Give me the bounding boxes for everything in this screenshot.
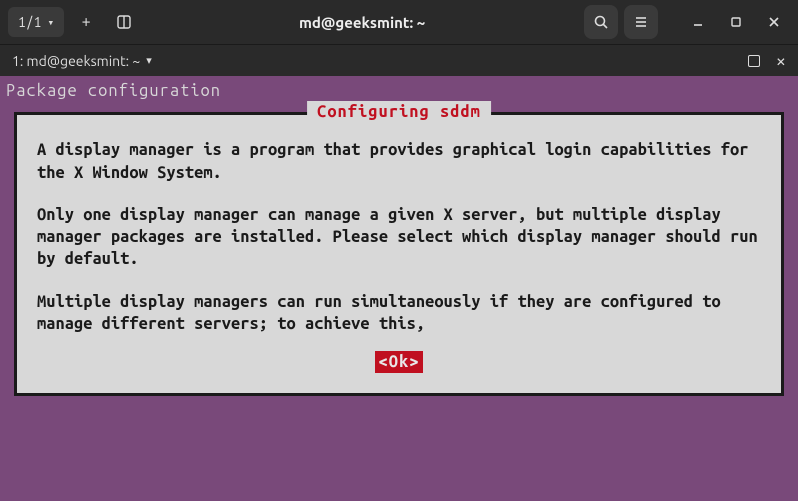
search-icon <box>593 14 609 30</box>
tab-title: 1: md@geeksmint: ~ <box>12 53 140 69</box>
terminal-tabbar: 1: md@geeksmint: ~ ▾ × <box>0 44 798 76</box>
maximize-button[interactable] <box>720 7 752 37</box>
config-dialog: Configuring sddm A display manager is a … <box>14 112 784 396</box>
maximize-icon <box>729 15 743 29</box>
terminal-tab[interactable]: 1: md@geeksmint: ~ ▾ <box>12 53 152 69</box>
close-icon <box>767 15 781 29</box>
package-config-header: Package configuration <box>6 80 794 102</box>
split-button[interactable] <box>108 7 140 37</box>
search-button[interactable] <box>584 5 618 39</box>
tab-counter: 1/1 <box>18 14 42 30</box>
minimize-button[interactable] <box>682 7 714 37</box>
ok-button[interactable]: <Ok> <box>375 351 424 373</box>
chevron-down-icon: ▾ <box>48 16 55 29</box>
chevron-down-icon: ▾ <box>146 54 152 67</box>
dialog-paragraph-2: Only one display manager can manage a gi… <box>37 204 761 271</box>
close-button[interactable] <box>758 7 790 37</box>
tab-close-button[interactable]: × <box>776 52 786 70</box>
window-title: md@geeksmint: ~ <box>299 14 425 31</box>
split-icon <box>116 14 132 30</box>
window-titlebar: 1/1 ▾ + md@geeksmint: ~ <box>0 0 798 44</box>
dialog-paragraph-3: Multiple display managers can run simult… <box>37 291 761 336</box>
tab-counter-group[interactable]: 1/1 ▾ <box>8 7 64 37</box>
terminal-viewport: Package configuration Configuring sddm A… <box>0 76 798 501</box>
plus-icon: + <box>82 13 91 31</box>
menu-button[interactable] <box>624 5 658 39</box>
dialog-paragraph-1: A display manager is a program that prov… <box>37 139 761 184</box>
pane-maximize-icon[interactable] <box>748 55 760 67</box>
new-tab-button[interactable]: + <box>70 7 102 37</box>
minimize-icon <box>691 15 705 29</box>
dialog-title: Configuring sddm <box>307 101 491 123</box>
hamburger-icon <box>633 14 649 30</box>
